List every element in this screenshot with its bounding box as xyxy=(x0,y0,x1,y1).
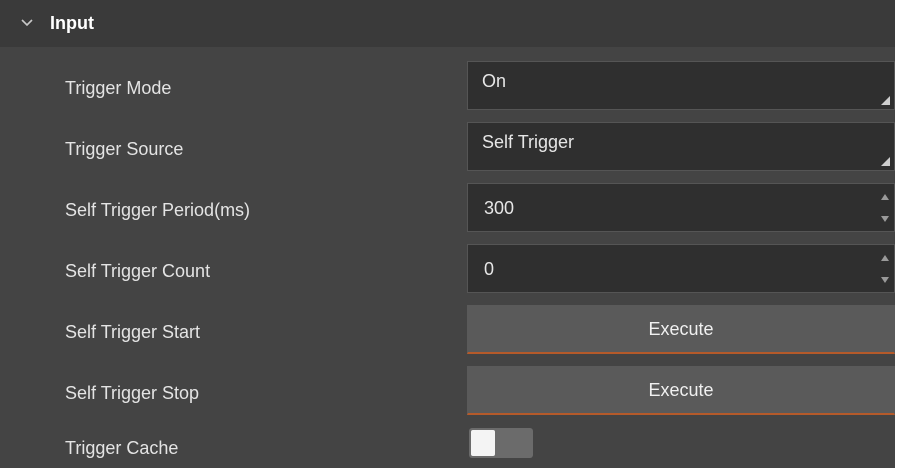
row-self-trigger-count: Self Trigger Count 0 xyxy=(0,241,895,302)
row-trigger-cache: Trigger Cache xyxy=(0,414,895,468)
trigger-source-label: Trigger Source xyxy=(65,139,184,159)
trigger-cache-label: Trigger Cache xyxy=(65,438,179,458)
trigger-mode-label: Trigger Mode xyxy=(65,78,172,98)
self-trigger-start-execute-button[interactable]: Execute xyxy=(467,305,895,354)
self-trigger-count-value: 0 xyxy=(484,259,495,279)
self-trigger-start-label: Self Trigger Start xyxy=(65,322,201,342)
trigger-source-value: Self Trigger xyxy=(482,132,575,152)
trigger-mode-value: On xyxy=(482,71,507,91)
self-trigger-stop-label: Self Trigger Stop xyxy=(65,383,200,403)
self-trigger-count-spinbox[interactable]: 0 xyxy=(467,244,895,293)
row-trigger-source: Trigger Source Self Trigger xyxy=(0,119,895,180)
self-trigger-period-value: 300 xyxy=(484,198,515,218)
section-title: Input xyxy=(50,13,94,33)
spin-arrows-icon[interactable] xyxy=(880,250,890,288)
row-self-trigger-start: Self Trigger Start Execute xyxy=(0,302,895,363)
toggle-knob xyxy=(471,430,495,456)
chevron-down-icon xyxy=(21,19,33,27)
row-self-trigger-period: Self Trigger Period(ms) 300 xyxy=(0,180,895,241)
self-trigger-period-label: Self Trigger Period(ms) xyxy=(65,200,251,220)
self-trigger-period-spinbox[interactable]: 300 xyxy=(467,183,895,232)
dropdown-corner-icon xyxy=(881,96,890,105)
trigger-cache-toggle[interactable] xyxy=(469,428,533,458)
trigger-mode-dropdown[interactable]: On xyxy=(467,61,895,110)
spin-arrows-icon[interactable] xyxy=(880,189,890,227)
self-trigger-count-label: Self Trigger Count xyxy=(65,261,211,281)
trigger-source-dropdown[interactable]: Self Trigger xyxy=(467,122,895,171)
self-trigger-stop-execute-button[interactable]: Execute xyxy=(467,366,895,415)
dropdown-corner-icon xyxy=(881,157,890,166)
properties-panel: Input Trigger Mode On Trigger Source Sel… xyxy=(0,0,895,468)
section-header-input[interactable]: Input xyxy=(0,0,895,47)
row-trigger-mode: Trigger Mode On xyxy=(0,58,895,119)
